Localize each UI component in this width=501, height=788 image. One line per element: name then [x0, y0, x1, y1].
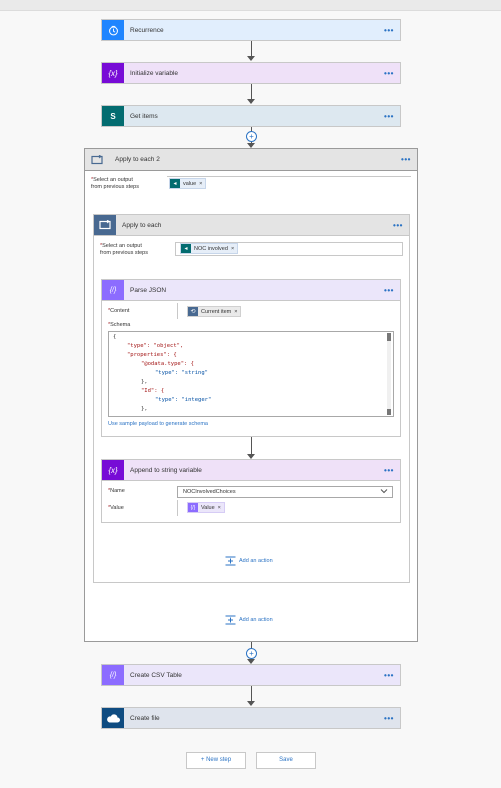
sharepoint-icon: S — [102, 106, 124, 126]
more-options-icon[interactable]: ••• — [378, 286, 400, 295]
data-operations-icon: {/} — [102, 280, 124, 300]
remove-token-icon[interactable]: × — [199, 181, 205, 187]
schema-scrollbar[interactable] — [387, 333, 391, 415]
step-recurrence[interactable]: Recurrence ••• — [101, 19, 401, 41]
data-operations-icon: {/} — [102, 665, 124, 685]
step-initialize-variable[interactable]: {x} Initialize variable ••• — [101, 62, 401, 84]
connector-arrow — [247, 99, 255, 104]
chevron-down-icon[interactable] — [380, 488, 388, 496]
loop-icon — [85, 149, 109, 170]
remove-token-icon[interactable]: × — [231, 246, 237, 252]
connector-arrow — [247, 56, 255, 61]
new-step-button[interactable]: + New step — [186, 752, 246, 769]
more-options-icon[interactable]: ••• — [378, 671, 400, 680]
name-dropdown-value: NOCInvolvedChoices — [183, 489, 236, 495]
select-output-label: *Select an output from previous steps — [100, 243, 148, 256]
data-operations-token-icon: {/} — [188, 503, 198, 512]
value-token[interactable]: {/} Value × — [187, 502, 225, 513]
step-title: Create CSV Table — [130, 671, 182, 679]
variable-icon: {x} — [102, 460, 124, 480]
select-output-label: *Select an output from previous steps — [91, 177, 139, 190]
schema-line-5: "type": "string" — [155, 370, 208, 376]
onedrive-cloud-icon — [102, 708, 124, 728]
more-options-icon[interactable]: ••• — [378, 466, 400, 475]
add-action-link[interactable]: Add an action — [239, 558, 273, 564]
step-get-items[interactable]: S Get items ••• — [101, 105, 401, 127]
add-action-icon[interactable] — [225, 556, 236, 568]
step-title: Append to string variable — [130, 466, 202, 474]
clock-icon — [102, 20, 124, 40]
step-append-string-variable[interactable]: {x} Append to string variable ••• — [101, 459, 401, 481]
schema-line-2: "type": "object", — [127, 343, 184, 349]
more-options-icon[interactable]: ••• — [378, 69, 400, 78]
step-title: Recurrence — [130, 26, 164, 34]
content-label: *Content — [108, 308, 130, 314]
step-apply-to-each[interactable]: Apply to each ••• — [93, 214, 410, 236]
step-title: Apply to each — [122, 221, 162, 229]
schema-line-6: }, — [141, 379, 148, 385]
insert-step-icon[interactable]: + — [246, 648, 257, 659]
schema-line-3: "properties": { — [127, 352, 177, 358]
more-options-icon[interactable]: ••• — [387, 221, 409, 230]
step-create-csv-table[interactable]: {/} Create CSV Table ••• — [101, 664, 401, 686]
step-apply-to-each-2[interactable]: Apply to each 2 ••• — [84, 148, 418, 171]
step-title: Initialize variable — [130, 69, 179, 77]
value-token[interactable]: ◂ value × — [169, 178, 207, 189]
remove-token-icon[interactable]: × — [234, 309, 240, 315]
step-title: Parse JSON — [130, 286, 167, 294]
step-title: Apply to each 2 — [115, 156, 160, 163]
connector-line — [251, 41, 252, 56]
connector-line — [251, 437, 252, 454]
add-action-link[interactable]: Add an action — [239, 617, 273, 623]
more-options-icon[interactable]: ••• — [378, 26, 400, 35]
schema-label: *Schema — [108, 322, 131, 328]
more-options-icon[interactable]: ••• — [395, 155, 417, 164]
top-bar — [0, 0, 501, 11]
schema-line-1: { — [113, 334, 117, 340]
current-item-token[interactable]: ⟲ Current item × — [187, 306, 242, 317]
schema-line-8: "type": "integer" — [155, 397, 212, 403]
sharepoint-token-icon: ◂ — [170, 179, 180, 188]
loop-icon — [94, 215, 116, 235]
connector-line — [251, 84, 252, 99]
variable-icon: {x} — [102, 63, 124, 83]
save-button[interactable]: Save — [256, 752, 316, 769]
value-label: *Value — [108, 505, 124, 511]
more-options-icon[interactable]: ••• — [378, 112, 400, 121]
schema-line-9: }, — [141, 406, 148, 412]
noc-involved-token[interactable]: ◂ NOC involved × — [180, 243, 239, 254]
connector-line — [251, 686, 252, 701]
connector-arrow — [247, 701, 255, 706]
step-create-file[interactable]: Create file ••• — [101, 707, 401, 729]
add-action-icon[interactable] — [225, 615, 236, 627]
step-title: Get items — [130, 112, 158, 120]
loop-token-icon: ⟲ — [188, 307, 198, 316]
schema-line-7: "Id": { — [141, 388, 165, 394]
remove-token-icon[interactable]: × — [218, 505, 224, 511]
sample-payload-link[interactable]: Use sample payload to generate schema — [108, 421, 208, 427]
step-parse-json[interactable]: {/} Parse JSON ••• — [101, 279, 401, 301]
name-label: *Name — [108, 488, 125, 494]
step-title: Create file — [130, 714, 160, 722]
insert-step-icon[interactable]: + — [246, 131, 257, 142]
more-options-icon[interactable]: ••• — [378, 714, 400, 723]
schema-line-4: "@odata.type": { — [141, 361, 194, 367]
sharepoint-token-icon: ◂ — [181, 244, 191, 253]
